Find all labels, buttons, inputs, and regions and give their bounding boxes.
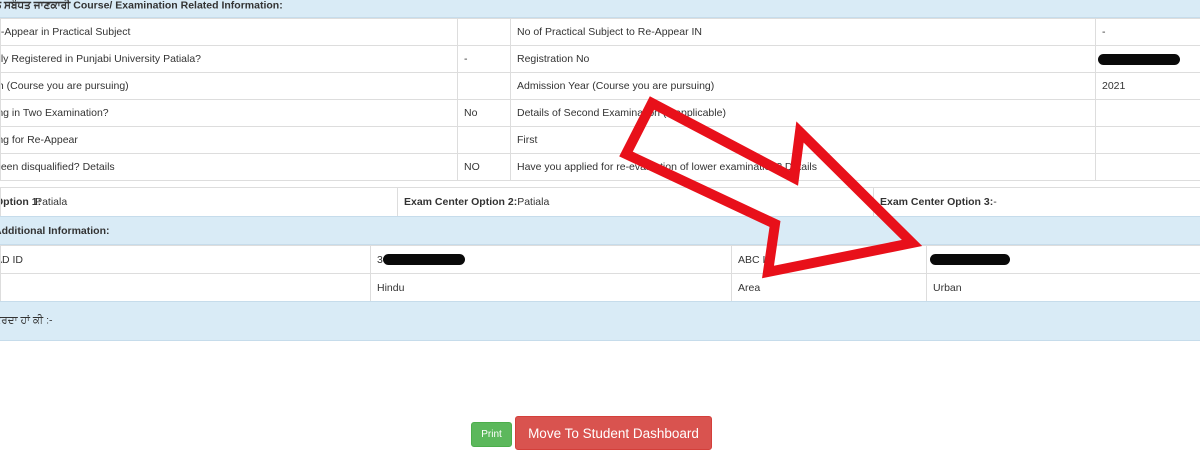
field-label: ing for Re-Appear (0, 126, 458, 154)
table-row: been disqualified? Details NO Have you a… (0, 153, 1200, 181)
field-value (457, 72, 511, 100)
course-info-table: e-Appear in Practical Subject No of Prac… (0, 18, 1200, 181)
field-label: e-Appear in Practical Subject (0, 18, 458, 46)
field-label: Admission Year (Course you are pursuing) (510, 72, 1096, 100)
exam-center-option-1: Option 1:Patiala (0, 187, 398, 217)
field-label: th (Course you are pursuing) (0, 72, 458, 100)
declaration-bar: ਕਰਦਾ ਹਾਂ ਕੀ :- (0, 301, 1200, 341)
course-info-section-title: ਲ ਸਬੰਧਤ ਜਾਣਕਾਰੀ Course/ Examination Rela… (0, 0, 283, 12)
field-value: NO (457, 153, 511, 181)
field-label: Have you applied for re-evaluation of lo… (510, 153, 1096, 181)
table-row: Option 1:Patiala Exam Center Option 2:Pa… (0, 187, 1200, 217)
field-label: Details of Second Examination (If applic… (510, 99, 1096, 127)
field-label: ing in Two Examination? (0, 99, 458, 127)
redacted-block (382, 254, 465, 266)
field-value (1095, 99, 1200, 127)
table-row: e-Appear in Practical Subject No of Prac… (0, 18, 1200, 46)
field-value: - (457, 45, 511, 73)
abc-id-value (926, 245, 1200, 274)
registration-no-value (1095, 45, 1200, 73)
additional-info-section-header: Additional Information: (0, 216, 1200, 245)
field-value: No (457, 99, 511, 127)
field-label: Area (731, 273, 927, 302)
table-row: AD ID 3 ABC ID (0, 245, 1200, 274)
field-value (457, 126, 511, 154)
field-label: been disqualified? Details (0, 153, 458, 181)
religion-value: Hindu (370, 273, 732, 302)
field-label: dly Registered in Punjabi University Pat… (0, 45, 458, 73)
declaration-text: ਕਰਦਾ ਹਾਂ ਕੀ :- (0, 314, 53, 327)
table-row: th (Course you are pursuing) Admission Y… (0, 72, 1200, 100)
field-label: AD ID (0, 245, 371, 274)
area-value: Urban (926, 273, 1200, 302)
aadhaar-id-value: 3 (370, 245, 732, 274)
exam-center-option-2: Exam Center Option 2:Patiala (397, 187, 874, 217)
field-label: ABC ID (731, 245, 927, 274)
field-label: Registration No (510, 45, 1096, 73)
exam-center-option-3: Exam Center Option 3:- (873, 187, 1200, 217)
field-value (1095, 153, 1200, 181)
field-value (1095, 126, 1200, 154)
field-value: First (510, 126, 1096, 154)
exam-center-table: Option 1:Patiala Exam Center Option 2:Pa… (0, 187, 1200, 217)
additional-info-table: AD ID 3 ABC ID Hindu Area Urban (0, 245, 1200, 302)
redacted-block (1098, 53, 1180, 65)
field-value (457, 18, 511, 46)
course-info-section-header: ਲ ਸਬੰਧਤ ਜਾਣਕਾਰੀ Course/ Examination Rela… (0, 0, 1200, 18)
additional-info-section-title: Additional Information: (0, 224, 110, 237)
print-button[interactable]: Print (471, 422, 512, 447)
field-value: 2021 (1095, 72, 1200, 100)
table-row: ing for Re-Appear First (0, 126, 1200, 154)
field-label (0, 273, 371, 302)
redacted-block (930, 254, 1010, 266)
field-label: No of Practical Subject to Re-Appear IN (510, 18, 1096, 46)
move-to-dashboard-button[interactable]: Move To Student Dashboard (515, 416, 712, 450)
table-row: dly Registered in Punjabi University Pat… (0, 45, 1200, 73)
field-value: - (1095, 18, 1200, 46)
table-row: Hindu Area Urban (0, 273, 1200, 302)
table-row: ing in Two Examination? No Details of Se… (0, 99, 1200, 127)
